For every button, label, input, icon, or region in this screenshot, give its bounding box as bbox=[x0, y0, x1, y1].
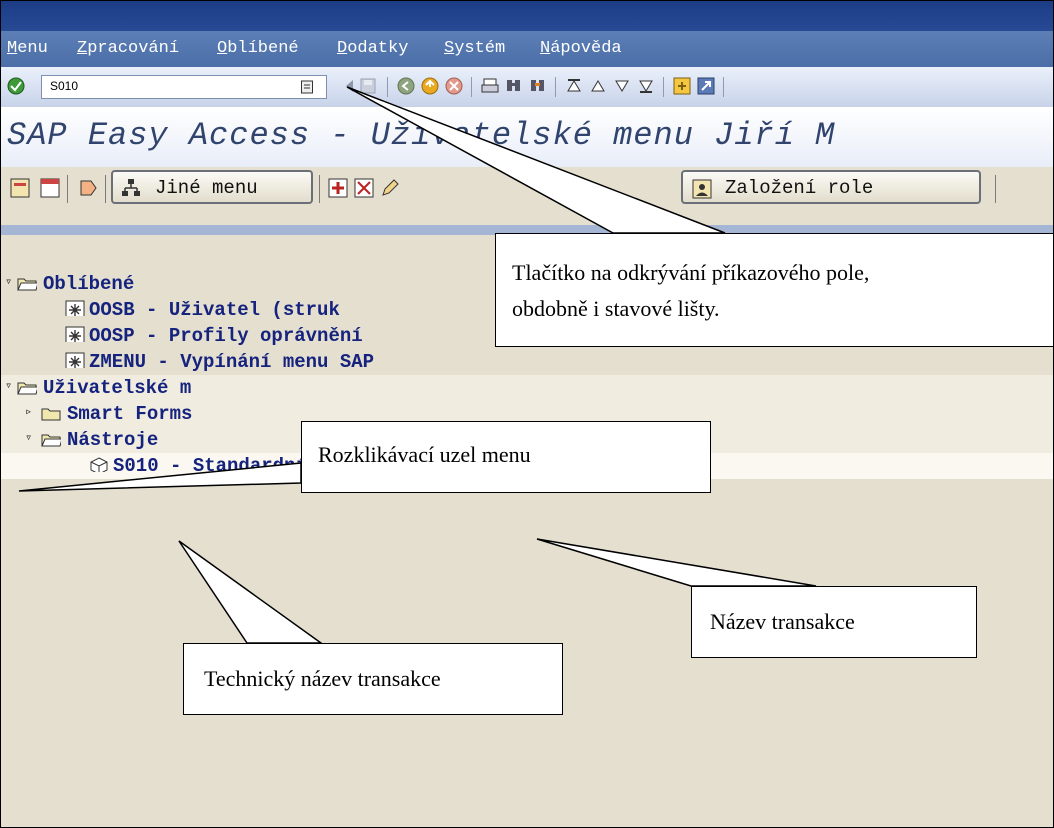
expanded-node-icon[interactable]: ▿ bbox=[5, 380, 16, 392]
callout-transaction-name-text: Název transakce bbox=[710, 609, 855, 634]
change-favorite-icon[interactable] bbox=[379, 177, 401, 199]
callout-technical-name-text: Technický název transakce bbox=[204, 666, 441, 691]
folder-icon bbox=[41, 408, 61, 421]
previous-page-icon[interactable] bbox=[589, 77, 607, 95]
menu-bar: Menu Zpracování Oblíbené Dodatky Systém … bbox=[1, 31, 1053, 67]
menu-item-processing[interactable]: Zpracování bbox=[77, 39, 179, 58]
favorite-transaction-icon bbox=[65, 300, 85, 316]
screen-title: SAP Easy Access - Uživatelské menu Jiří … bbox=[7, 117, 836, 154]
display-icon[interactable] bbox=[39, 177, 61, 199]
favorite-transaction-icon bbox=[65, 352, 85, 368]
add-favorite-icon[interactable] bbox=[327, 177, 349, 199]
transaction-cube-icon bbox=[90, 457, 108, 472]
open-folder-icon bbox=[41, 434, 61, 447]
tree-label-smart-forms: Smart Forms bbox=[67, 403, 193, 425]
toolbar-separator bbox=[723, 77, 724, 97]
hierarchy-icon bbox=[122, 179, 140, 196]
callout-command-toggle-line1: Tlačítko na odkrývání příkazového pole, bbox=[512, 260, 870, 285]
tree-label-tools: Nástroje bbox=[67, 429, 159, 451]
toolbar-separator bbox=[105, 175, 106, 203]
expanded-node-icon[interactable]: ▿ bbox=[25, 432, 36, 444]
callout-expand-node: Rozklikávací uzel menu bbox=[301, 421, 711, 493]
menu-item-system[interactable]: Systém bbox=[444, 39, 505, 58]
toolbar-separator bbox=[319, 175, 320, 203]
command-field-toggle-icon[interactable] bbox=[341, 77, 359, 95]
find-next-icon[interactable] bbox=[529, 77, 547, 95]
enter-icon[interactable] bbox=[7, 77, 25, 95]
toolbar-separator bbox=[555, 77, 556, 97]
next-page-icon[interactable] bbox=[613, 77, 631, 95]
back-icon[interactable] bbox=[397, 77, 415, 95]
tree-node-user-menu[interactable]: ▿ Uživatelské m bbox=[1, 375, 1053, 401]
toolbar-separator bbox=[67, 175, 68, 203]
system-toolbar bbox=[1, 67, 1053, 108]
role-icon bbox=[692, 179, 712, 199]
print-icon[interactable] bbox=[481, 77, 499, 95]
callout-expand-node-text: Rozklikávací uzel menu bbox=[318, 442, 531, 467]
find-icon[interactable] bbox=[505, 77, 523, 95]
favorite-transaction-icon bbox=[65, 326, 85, 342]
save-icon[interactable] bbox=[359, 77, 377, 95]
create-role-label: Založení role bbox=[725, 177, 874, 199]
menu-icon[interactable] bbox=[9, 177, 31, 199]
toolbar-separator bbox=[663, 77, 664, 97]
exit-icon[interactable] bbox=[421, 77, 439, 95]
command-field[interactable] bbox=[41, 75, 327, 99]
new-session-icon[interactable] bbox=[673, 77, 691, 95]
clipboard-icon[interactable] bbox=[300, 79, 314, 94]
expanded-node-icon[interactable]: ▿ bbox=[5, 276, 16, 288]
menu-item-favorites[interactable]: Oblíbené bbox=[217, 39, 299, 58]
tree-node-zmenu[interactable]: ZMENU - Vypínání menu SAP bbox=[1, 349, 1053, 375]
other-menu-button[interactable]: Jiné menu bbox=[111, 170, 313, 204]
callout-command-toggle: Tlačítko na odkrývání příkazového pole, … bbox=[495, 233, 1053, 347]
collapsed-node-icon[interactable]: ▹ bbox=[25, 406, 36, 418]
toolbar-separator bbox=[387, 77, 388, 97]
toolbar-separator bbox=[995, 175, 996, 203]
favorites-tag-icon[interactable] bbox=[77, 177, 99, 199]
toolbar-separator bbox=[471, 77, 472, 97]
first-page-icon[interactable] bbox=[565, 77, 583, 95]
menu-item-extras[interactable]: Dodatky bbox=[337, 39, 408, 58]
other-menu-label: Jiné menu bbox=[155, 177, 258, 199]
shortcut-icon[interactable] bbox=[697, 77, 715, 95]
menu-item-menu[interactable]: Menu bbox=[7, 39, 48, 58]
delete-favorite-icon[interactable] bbox=[353, 177, 375, 199]
screen-title-area: SAP Easy Access - Uživatelské menu Jiří … bbox=[1, 107, 1053, 167]
callout-transaction-name: Název transakce bbox=[691, 586, 977, 658]
open-folder-icon bbox=[17, 278, 37, 291]
window-title-bar bbox=[1, 1, 1053, 31]
callout-technical-name: Technický název transakce bbox=[183, 643, 563, 715]
callout-command-toggle-line2: obdobně i stavové lišty. bbox=[512, 296, 720, 321]
sap-window: Menu Zpracování Oblíbené Dodatky Systém … bbox=[0, 0, 1054, 828]
cancel-icon[interactable] bbox=[445, 77, 463, 95]
create-role-button[interactable]: Založení role bbox=[681, 170, 981, 204]
last-page-icon[interactable] bbox=[637, 77, 655, 95]
command-input[interactable] bbox=[50, 78, 250, 94]
tree-label-zmenu: ZMENU - Vypínání menu SAP bbox=[89, 351, 375, 373]
open-folder-icon bbox=[17, 382, 37, 395]
tree-label-oosp: OOSP - Profily oprávnění bbox=[89, 325, 363, 347]
menu-item-help[interactable]: Nápověda bbox=[540, 39, 622, 58]
tree-label-favorites: Oblíbené bbox=[43, 273, 135, 295]
tree-label-user-menu: Uživatelské m bbox=[43, 377, 192, 399]
tree-label-oosb: OOSB - Uživatel (struk bbox=[89, 299, 340, 321]
